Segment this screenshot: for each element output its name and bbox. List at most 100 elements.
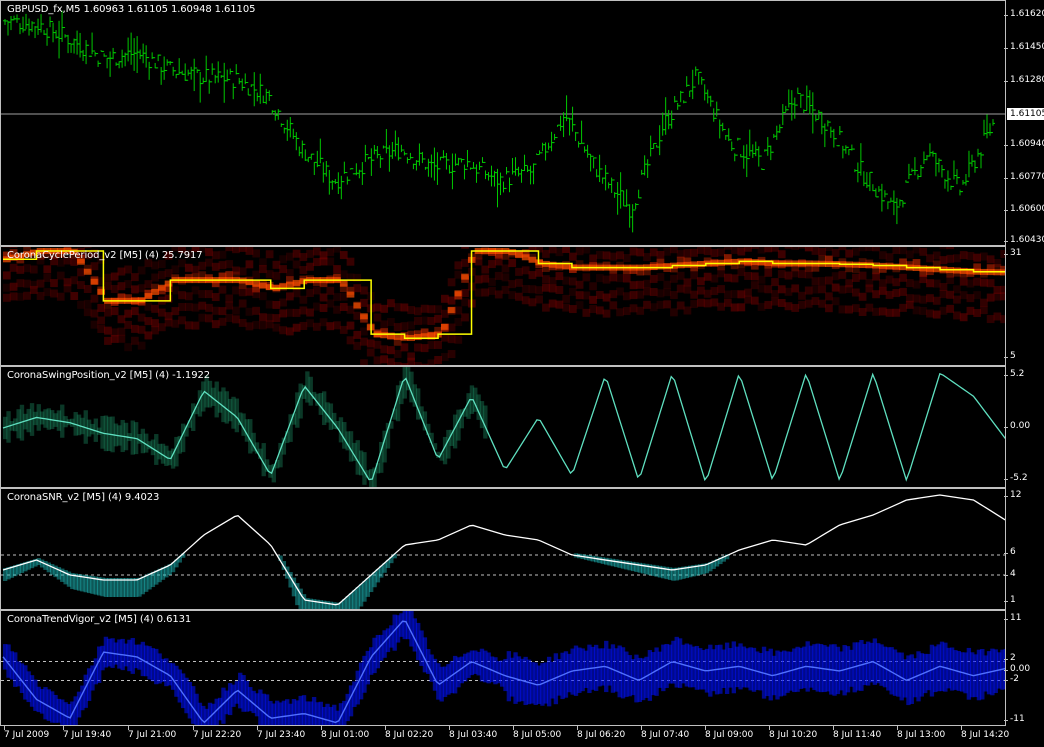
heat-cell bbox=[488, 277, 496, 286]
heat-cell bbox=[589, 295, 597, 304]
snr-chart-area[interactable]: CoronaSNR_v2 [M5] (4) 9.4023 bbox=[0, 488, 1006, 610]
price-bar bbox=[819, 111, 824, 135]
heat-cell bbox=[23, 279, 31, 288]
heat-cell bbox=[339, 302, 348, 311]
trend-vigor-plot bbox=[1, 611, 1005, 725]
cycle-period-chart-area[interactable]: CoronaCyclePeriod_v2 [M5] (4) 25.7917 bbox=[0, 246, 1006, 366]
heat-cell bbox=[528, 256, 537, 263]
price-bar bbox=[894, 197, 899, 225]
heat-cell bbox=[838, 270, 847, 279]
heat-cell bbox=[414, 343, 422, 352]
snr-tick: 6 bbox=[1004, 547, 1016, 557]
price-bar bbox=[429, 154, 434, 178]
heat-cell bbox=[865, 262, 874, 269]
price-bar bbox=[417, 143, 422, 166]
heat-cell bbox=[157, 270, 166, 279]
price-bar bbox=[18, 18, 23, 35]
price-bar bbox=[324, 160, 329, 177]
price-bar bbox=[951, 160, 956, 188]
price-bar bbox=[759, 155, 764, 171]
heat-cell bbox=[838, 285, 847, 294]
price-bar bbox=[516, 166, 521, 177]
cycle-period-pane[interactable]: CoronaCyclePeriod_v2 [M5] (4) 25.7917 31… bbox=[0, 246, 1044, 366]
heat-cell bbox=[670, 274, 678, 283]
heat-cell bbox=[946, 304, 955, 313]
swing-tick: 0.00 bbox=[1003, 421, 1031, 431]
heat-cell bbox=[131, 324, 139, 333]
heat-cell bbox=[184, 292, 193, 301]
heat-cell bbox=[333, 293, 341, 302]
price-bar bbox=[240, 78, 245, 91]
price-bar bbox=[624, 189, 629, 207]
swing-position-chart-area[interactable]: CoronaSwingPosition_v2 [M5] (4) -1.1922 bbox=[0, 366, 1006, 488]
heat-cell bbox=[97, 325, 106, 334]
price-bar bbox=[438, 156, 443, 170]
heat-cell bbox=[521, 296, 530, 305]
price-bar bbox=[972, 160, 977, 173]
price-bar bbox=[480, 157, 485, 168]
heat-cell bbox=[157, 284, 166, 291]
heat-cell bbox=[339, 292, 348, 301]
price-bar bbox=[444, 152, 449, 170]
heat-cell bbox=[811, 297, 820, 306]
heat-cell bbox=[791, 284, 800, 293]
heat-cell bbox=[454, 270, 463, 279]
heat-cell bbox=[569, 277, 577, 286]
heat-cell bbox=[757, 247, 766, 254]
heat-cell bbox=[252, 280, 261, 287]
trend-vigor-chart-area[interactable]: CoronaTrendVigor_v2 [M5] (4) 0.6131 bbox=[0, 610, 1006, 726]
price-bar bbox=[678, 90, 683, 107]
heat-cell bbox=[784, 302, 793, 311]
heat-cell bbox=[43, 288, 52, 297]
heat-cell bbox=[333, 305, 341, 314]
swing-position-pane[interactable]: CoronaSwingPosition_v2 [M5] (4) -1.1922 … bbox=[0, 366, 1044, 488]
price-bar bbox=[933, 152, 938, 177]
heat-cell bbox=[845, 284, 853, 293]
heat-cell bbox=[29, 285, 38, 294]
heat-cell bbox=[339, 251, 348, 260]
price-bar bbox=[900, 200, 905, 208]
price-bar bbox=[804, 85, 809, 112]
heat-cell bbox=[919, 275, 928, 284]
price-bar bbox=[612, 179, 617, 198]
heat-cell bbox=[744, 247, 752, 252]
price-bar bbox=[258, 73, 263, 104]
snr-pane[interactable]: CoronaSNR_v2 [M5] (4) 9.4023 12 6 4 1 bbox=[0, 488, 1044, 610]
price-bar bbox=[507, 171, 512, 193]
heat-cell bbox=[265, 320, 274, 329]
heat-cell bbox=[562, 247, 570, 254]
heat-cell bbox=[117, 282, 126, 291]
price-bar bbox=[432, 147, 437, 181]
heat-cell bbox=[178, 316, 186, 325]
heat-cell bbox=[23, 264, 31, 273]
heat-cell bbox=[697, 298, 705, 307]
price-bar bbox=[144, 45, 149, 68]
heat-cell bbox=[649, 248, 658, 257]
heat-cell bbox=[407, 321, 415, 330]
heat-cell bbox=[569, 287, 577, 296]
price-bar bbox=[336, 172, 341, 195]
price-pane[interactable]: GBPUSD_fx,M5 1.60963 1.61105 1.60948 1.6… bbox=[0, 0, 1044, 246]
heat-cell bbox=[804, 247, 813, 252]
trend-vigor-pane[interactable]: CoronaTrendVigor_v2 [M5] (4) 0.6131 11 2… bbox=[0, 610, 1044, 726]
price-bar bbox=[366, 154, 371, 160]
heat-cell bbox=[865, 247, 874, 251]
price-chart-area[interactable]: GBPUSD_fx,M5 1.60963 1.61105 1.60948 1.6… bbox=[0, 0, 1006, 246]
price-bar bbox=[318, 138, 323, 167]
heat-cell bbox=[393, 323, 402, 332]
heat-cell bbox=[582, 247, 591, 254]
heat-cell bbox=[252, 320, 261, 329]
heat-cell bbox=[575, 280, 584, 289]
price-bar bbox=[234, 64, 239, 88]
heat-cell bbox=[508, 291, 517, 300]
price-bar bbox=[822, 123, 827, 148]
heat-cell bbox=[117, 315, 126, 324]
price-bar bbox=[915, 170, 920, 180]
price-bar bbox=[747, 129, 752, 160]
heat-cell bbox=[899, 303, 907, 312]
trend-tick: -2 bbox=[1004, 674, 1019, 684]
heat-cell bbox=[3, 271, 11, 280]
price-bar bbox=[387, 145, 392, 172]
heat-cell bbox=[292, 323, 301, 332]
heat-cell bbox=[663, 288, 672, 297]
